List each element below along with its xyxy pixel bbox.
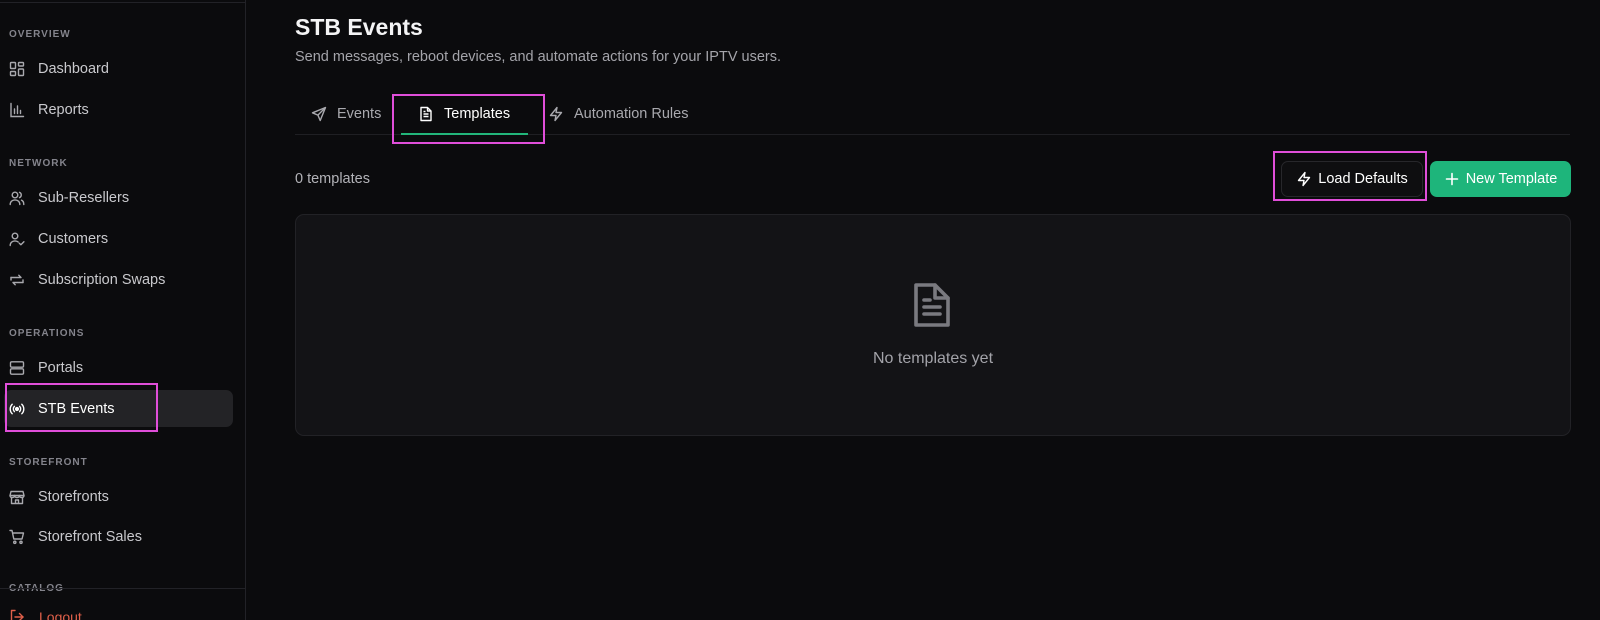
plus-icon bbox=[1444, 171, 1460, 187]
sidebar: OVERVIEW Dashboard Reports NETWORK Sub-R… bbox=[0, 0, 246, 620]
tab-label: Automation Rules bbox=[574, 106, 689, 122]
users-icon bbox=[9, 190, 25, 206]
sidebar-item-label: Storefront Sales bbox=[38, 528, 142, 545]
shopping-cart-icon bbox=[9, 529, 25, 545]
templates-empty-state: No templates yet bbox=[295, 214, 1571, 436]
sidebar-item-customers[interactable]: Customers bbox=[4, 220, 233, 257]
highlight-box-templates-tab bbox=[392, 94, 545, 144]
sidebar-item-storefronts[interactable]: Storefronts bbox=[4, 478, 233, 515]
sidebar-bottom-divider bbox=[0, 588, 245, 589]
new-template-button[interactable]: New Template bbox=[1430, 161, 1571, 197]
logout-button[interactable]: Logout bbox=[9, 609, 82, 620]
section-label-storefront: STOREFRONT bbox=[9, 457, 88, 468]
user-check-icon bbox=[9, 231, 25, 247]
sidebar-item-subscription-swaps[interactable]: Subscription Swaps bbox=[4, 261, 233, 298]
page-subtitle: Send messages, reboot devices, and autom… bbox=[295, 49, 782, 65]
sidebar-item-label: Sub-Resellers bbox=[38, 189, 130, 206]
new-template-label: New Template bbox=[1465, 171, 1558, 187]
logout-icon bbox=[9, 609, 25, 620]
sidebar-item-label: Reports bbox=[38, 101, 89, 118]
file-text-icon bbox=[911, 281, 953, 329]
sidebar-item-dashboard[interactable]: Dashboard bbox=[4, 50, 233, 87]
sidebar-item-label: Storefronts bbox=[38, 488, 109, 505]
highlight-box-load-defaults bbox=[1273, 151, 1427, 201]
sidebar-top-divider bbox=[0, 2, 245, 3]
tab-events[interactable]: Events bbox=[311, 97, 381, 131]
bar-chart-icon bbox=[9, 102, 25, 118]
sidebar-item-storefront-sales[interactable]: Storefront Sales bbox=[4, 518, 233, 555]
sidebar-item-label: Portals bbox=[38, 359, 84, 376]
sidebar-item-label: Subscription Swaps bbox=[38, 271, 166, 288]
sidebar-item-sub-resellers[interactable]: Sub-Resellers bbox=[4, 179, 233, 216]
sidebar-item-portals[interactable]: Portals bbox=[4, 349, 233, 386]
tab-automation-rules[interactable]: Automation Rules bbox=[548, 97, 688, 131]
section-label-overview: OVERVIEW bbox=[9, 29, 71, 40]
zap-icon bbox=[548, 106, 564, 122]
highlight-box-stb-events bbox=[5, 383, 158, 432]
empty-state-message: No templates yet bbox=[872, 350, 994, 367]
send-icon bbox=[311, 106, 327, 122]
server-icon bbox=[9, 360, 25, 376]
layout-grid-icon bbox=[9, 61, 25, 77]
section-label-operations: OPERATIONS bbox=[9, 328, 85, 339]
templates-count: 0 templates bbox=[295, 171, 370, 187]
tab-label: Events bbox=[337, 106, 382, 122]
repeat-icon bbox=[9, 272, 25, 288]
sidebar-item-label: Dashboard bbox=[38, 60, 109, 77]
section-label-network: NETWORK bbox=[9, 158, 68, 169]
sidebar-item-label: Customers bbox=[38, 230, 109, 247]
page-title: STB Events bbox=[295, 14, 423, 40]
store-icon bbox=[9, 489, 25, 505]
logout-label: Logout bbox=[39, 609, 82, 620]
sidebar-item-reports[interactable]: Reports bbox=[4, 91, 233, 128]
